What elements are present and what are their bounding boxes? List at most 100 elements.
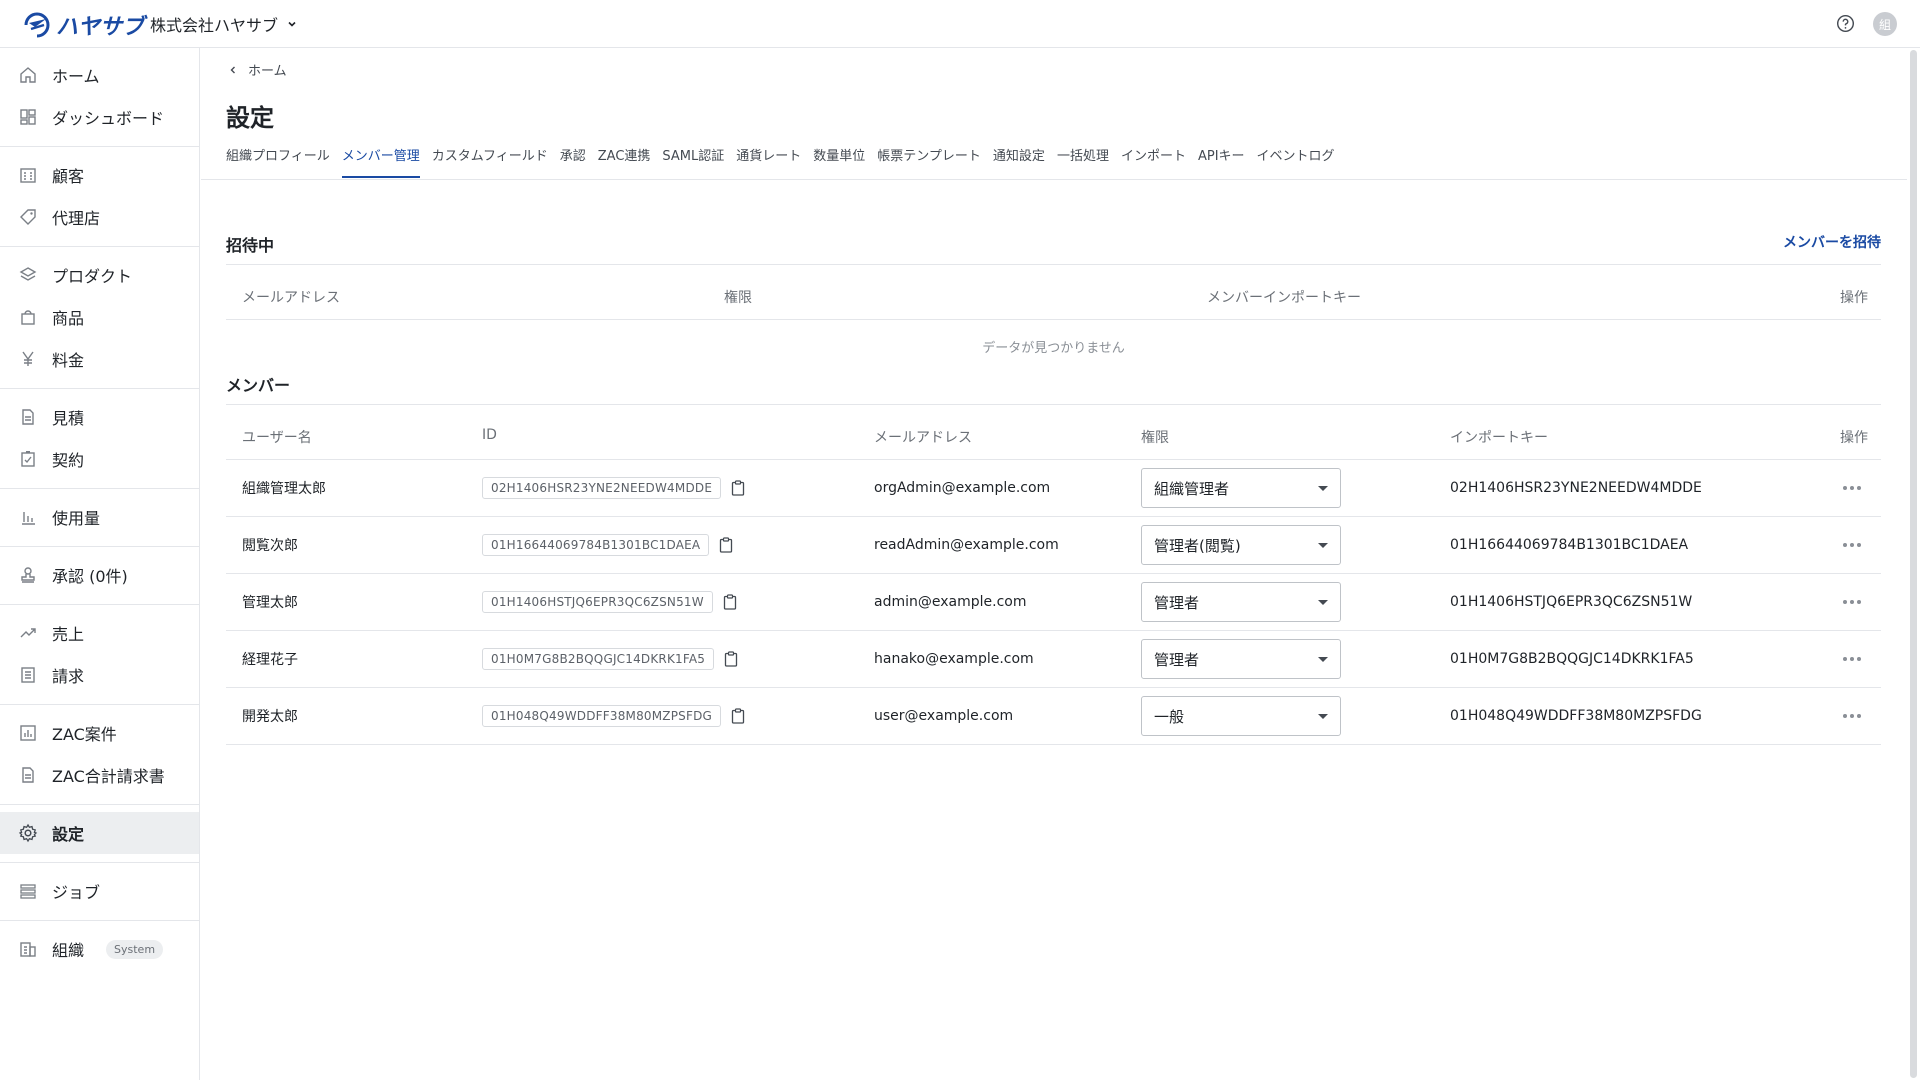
clipboard-icon[interactable] [723, 594, 737, 610]
tag-icon [20, 209, 36, 225]
more-actions-icon[interactable] [1843, 600, 1861, 604]
actions-cell [1843, 517, 1861, 573]
role-select[interactable]: 一般 [1141, 696, 1341, 736]
scrollbar-thumb[interactable] [1910, 50, 1917, 1078]
tab-import[interactable]: インポート [1121, 148, 1186, 178]
role-select[interactable]: 管理者 [1141, 582, 1341, 622]
sidebar-item-label: ZAC案件 [52, 725, 117, 744]
sidebar-item-label: ダッシュボード [52, 109, 165, 128]
role-value: 管理者 [1154, 650, 1200, 669]
clipboard-icon[interactable] [719, 537, 733, 553]
role-select[interactable]: 管理者 [1141, 639, 1341, 679]
sidebar-item-pricing[interactable]: 料金 [0, 338, 199, 380]
more-actions-icon[interactable] [1843, 657, 1861, 661]
help-icon[interactable] [1836, 14, 1855, 33]
org-switcher[interactable]: 株式会社ハヤサブ [150, 12, 298, 36]
sidebar-item-quotes[interactable]: 見積 [0, 396, 199, 438]
sidebar-item-dashboard[interactable]: ダッシュボード [0, 96, 199, 138]
invite-member-button[interactable]: メンバーを招待 [1783, 232, 1881, 252]
bag-icon [21, 310, 35, 325]
tab-quantity-units[interactable]: 数量単位 [813, 148, 865, 178]
empty-state: データが見つかりません [982, 341, 1125, 356]
role-cell: 管理者(閲覧) [1141, 517, 1341, 573]
sidebar-item-customers[interactable]: 顧客 [0, 154, 199, 196]
role-select[interactable]: 組織管理者 [1141, 468, 1341, 508]
clipboard-icon[interactable] [731, 480, 745, 496]
column-header: ユーザー名 [242, 430, 312, 446]
home-icon [20, 67, 36, 83]
caret-down-icon [1318, 656, 1328, 662]
clipboard-icon[interactable] [731, 708, 745, 724]
sidebar-item-sales[interactable]: 売上 [0, 612, 199, 654]
role-select[interactable]: 管理者(閲覧) [1141, 525, 1341, 565]
role-cell: 管理者 [1141, 631, 1341, 687]
avatar[interactable]: 組 [1873, 12, 1897, 36]
sidebar-item-billing[interactable]: 請求 [0, 654, 199, 696]
sidebar-item-products[interactable]: プロダクト [0, 254, 199, 296]
table-row: 組織管理太郎 02H1406HSR23YNE2NEEDW4MDDE orgAdm… [226, 460, 1881, 517]
sidebar-item-organization[interactable]: 組織 System [0, 928, 199, 970]
column-header: 操作 [1840, 430, 1868, 446]
tab-member-management[interactable]: メンバー管理 [341, 148, 420, 178]
system-badge: System [106, 939, 164, 959]
sidebar-item-settings[interactable]: 設定 [0, 812, 199, 854]
member-id: 01H0M7G8B2BQQGJC14DKRK1FA5 [482, 648, 715, 670]
sidebar-item-zac-projects[interactable]: ZAC案件 [0, 712, 199, 754]
sidebar-item-label: 売上 [52, 625, 85, 644]
tab-event-log[interactable]: イベントログ [1257, 148, 1335, 178]
user-name: 組織管理太郎 [242, 481, 326, 497]
sidebar-item-label: ジョブ [52, 883, 101, 902]
sidebar-item-label: 顧客 [52, 167, 85, 186]
tab-api-keys[interactable]: APIキー [1198, 148, 1245, 178]
sidebar-item-label: 使用量 [52, 509, 101, 528]
sidebar-item-approvals[interactable]: 承認 (0件) [0, 554, 199, 596]
import-key: 01H16644069784B1301BC1DAEA [1450, 537, 1689, 553]
sidebar-item-agencies[interactable]: 代理店 [0, 196, 199, 238]
sidebar-item-jobs[interactable]: ジョブ [0, 870, 199, 912]
more-actions-icon[interactable] [1843, 714, 1861, 718]
scrollbar[interactable] [1907, 48, 1920, 1080]
tab-currency-rates[interactable]: 通貨レート [736, 148, 801, 178]
import-key: 01H1406HSTJQ6EPR3QC6ZSN51W [1450, 594, 1693, 610]
tab-custom-fields[interactable]: カスタムフィールド [432, 148, 548, 178]
role-value: 管理者(閲覧) [1154, 536, 1241, 555]
chevron-left-icon [230, 66, 235, 73]
tab-notifications[interactable]: 通知設定 [993, 148, 1045, 178]
email: admin@example.com [874, 594, 1027, 610]
divider [226, 319, 1881, 320]
sidebar-item-label: 商品 [52, 309, 85, 328]
sidebar-item-label: ホーム [52, 67, 100, 86]
logo[interactable]: ハヤサブ [22, 9, 144, 41]
tab-bulk-operations[interactable]: 一括処理 [1057, 148, 1109, 178]
import-key: 02H1406HSR23YNE2NEEDW4MDDE [1450, 480, 1702, 496]
sidebar-item-zac-invoices[interactable]: ZAC合計請求書 [0, 754, 199, 796]
tab-approval[interactable]: 承認 [560, 148, 586, 178]
sidebar-item-contracts[interactable]: 契約 [0, 438, 199, 480]
tab-document-templates[interactable]: 帳票テンプレート [877, 148, 981, 178]
tab-zac[interactable]: ZAC連携 [598, 148, 651, 178]
sidebar-item-home[interactable]: ホーム [0, 54, 199, 96]
sidebar-divider [0, 920, 199, 921]
breadcrumb[interactable]: ホーム [228, 60, 287, 79]
more-actions-icon[interactable] [1843, 486, 1861, 490]
building-icon [20, 168, 36, 183]
tab-org-profile[interactable]: 組織プロフィール [226, 148, 330, 178]
more-actions-icon[interactable] [1843, 543, 1861, 547]
caret-down-icon [1318, 485, 1328, 491]
import-key: 01H0M7G8B2BQQGJC14DKRK1FA5 [1450, 651, 1694, 667]
sidebar-divider [0, 862, 199, 863]
contract-icon [21, 451, 35, 467]
yen-icon [22, 351, 34, 366]
sidebar-divider [0, 546, 199, 547]
sidebar-item-label: 組織 [52, 941, 85, 960]
column-header: メンバーインポートキー [1207, 290, 1361, 306]
sidebar-item-usage[interactable]: 使用量 [0, 496, 199, 538]
tab-saml[interactable]: SAML認証 [662, 148, 724, 178]
sidebar-item-items[interactable]: 商品 [0, 296, 199, 338]
document-icon [22, 767, 34, 783]
clipboard-icon[interactable] [724, 651, 738, 667]
role-value: 管理者 [1154, 593, 1200, 612]
import-key: 01H048Q49WDDFF38M80MZPSFDG [1450, 708, 1702, 724]
actions-cell [1843, 574, 1861, 630]
email: orgAdmin@example.com [874, 480, 1051, 496]
